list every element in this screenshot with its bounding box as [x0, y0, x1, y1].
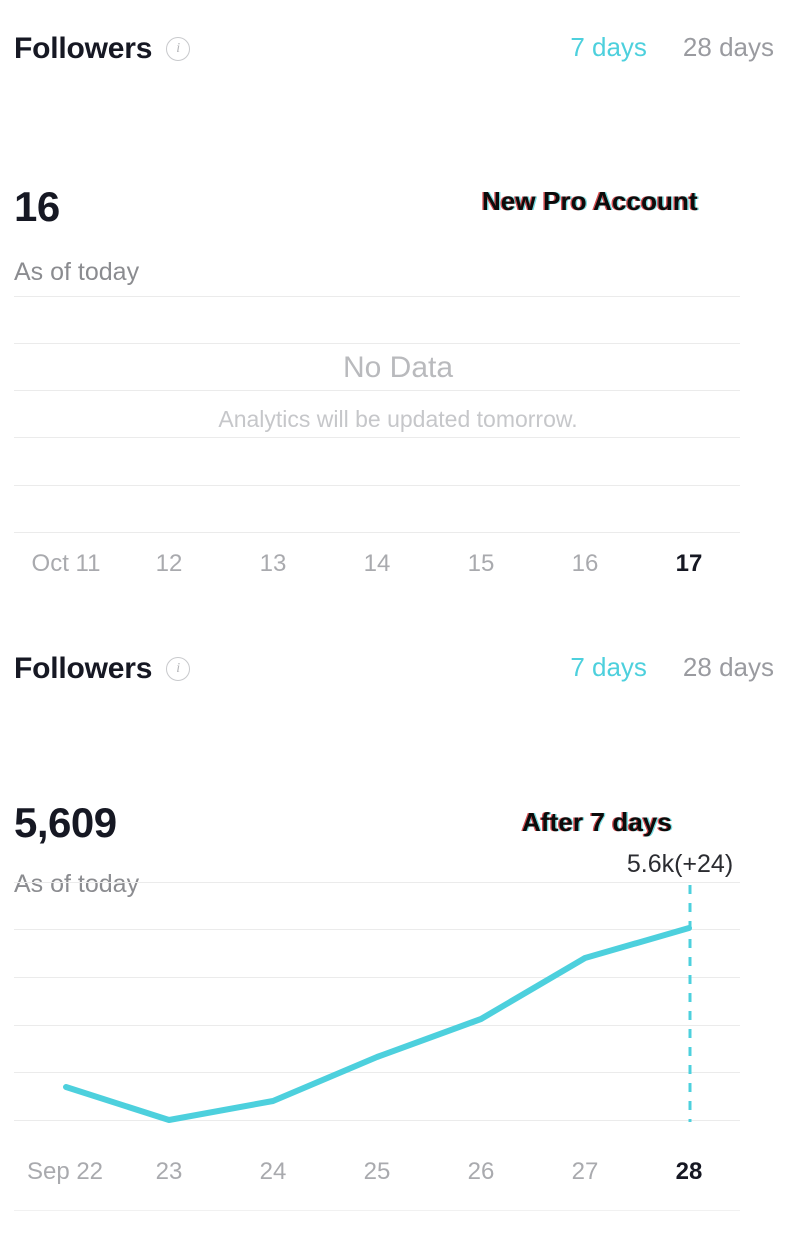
grid-line — [14, 343, 740, 344]
x-tick: 16 — [572, 552, 599, 576]
empty-state-title: No Data — [0, 353, 796, 383]
line-series-svg — [0, 620, 796, 1180]
grid-line — [14, 390, 740, 391]
x-tick: 12 — [156, 552, 183, 576]
x-axis: Sep 22 23 24 25 26 27 28 — [0, 1160, 796, 1190]
x-tick: 27 — [572, 1160, 599, 1184]
grid-line — [14, 437, 740, 438]
grid-line — [14, 296, 740, 297]
x-tick: 24 — [260, 1160, 287, 1184]
x-tick: 15 — [468, 552, 495, 576]
chart-followers-line: 5.6k(+24) Sep 22 23 24 25 26 27 28 — [0, 620, 796, 1220]
x-tick: 23 — [156, 1160, 183, 1184]
x-tick: 26 — [468, 1160, 495, 1184]
followers-line — [66, 928, 689, 1120]
grid-line — [14, 532, 740, 533]
x-axis: Oct 11 12 13 14 15 16 17 — [0, 552, 796, 582]
x-tick: 14 — [364, 552, 391, 576]
grid-line — [14, 485, 740, 486]
followers-panel-data: Followers i 7 days 28 days 5,609 As of t… — [0, 620, 796, 1248]
x-tick-current: 17 — [676, 552, 703, 576]
x-tick: Sep 22 — [27, 1160, 103, 1184]
analytics-screen: Followers i 7 days 28 days 16 As of toda… — [0, 0, 796, 1248]
x-tick: 13 — [260, 552, 287, 576]
x-tick: Oct 11 — [32, 552, 101, 576]
section-divider — [14, 1210, 740, 1211]
x-tick: 25 — [364, 1160, 391, 1184]
followers-panel-empty: Followers i 7 days 28 days 16 As of toda… — [0, 0, 796, 620]
chart-no-data: No Data Analytics will be updated tomorr… — [0, 0, 796, 600]
empty-state-subtitle: Analytics will be updated tomorrow. — [0, 408, 796, 431]
x-tick-current: 28 — [676, 1160, 703, 1184]
